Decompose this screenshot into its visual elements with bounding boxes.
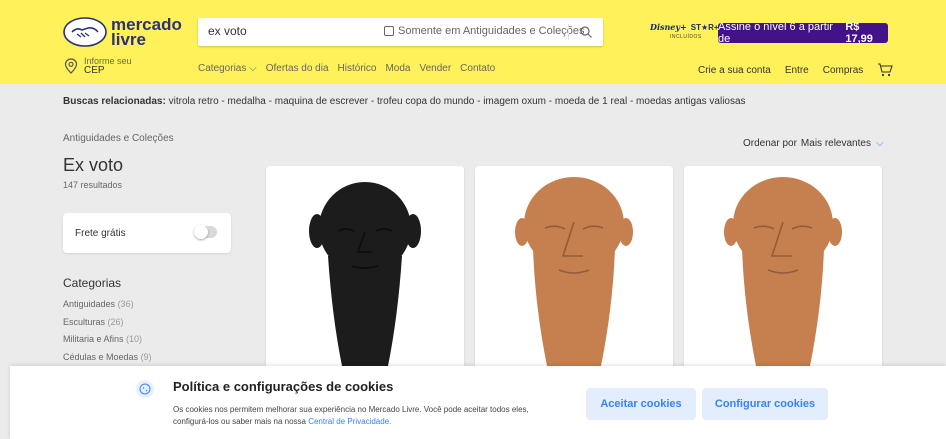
categories-list: Antiguidades (36) Esculturas (26) Milita… xyxy=(63,296,152,366)
disney-star-promo[interactable]: Disney+ ST★R+ INCLUÍDOS xyxy=(650,22,719,40)
breadcrumb[interactable]: Antiguidades e Coleções xyxy=(63,133,174,144)
privacy-center-link[interactable]: Central de Privacidade. xyxy=(308,417,391,426)
frete-gratis-filter: Frete grátis xyxy=(63,213,231,253)
cookie-icon xyxy=(136,380,154,398)
search-button[interactable] xyxy=(574,21,598,43)
related-searches: Buscas relacionadas: vitrola retro - med… xyxy=(63,96,746,107)
results-count: 147 resultados xyxy=(63,180,123,190)
promo-price: R$ 17,99 xyxy=(845,21,873,45)
nav-vender[interactable]: Vender xyxy=(419,63,451,74)
cookie-description: Os cookies nos permitem melhorar sua exp… xyxy=(173,404,558,428)
product-card[interactable] xyxy=(266,166,464,376)
cookie-banner: Política e configurações de cookies Os c… xyxy=(10,366,946,439)
handshake-logo-icon xyxy=(63,17,107,47)
product-image xyxy=(309,182,421,366)
sort-value[interactable]: Mais relevantes xyxy=(801,138,871,149)
sort-control[interactable]: Ordenar por Mais relevantes ⌵ xyxy=(743,138,884,149)
cookie-title: Política e configurações de cookies xyxy=(173,379,394,394)
nav-ofertas[interactable]: Ofertas do dia xyxy=(266,63,329,74)
related-items[interactable]: vitrola retro - medalha - maquina de esc… xyxy=(169,96,746,107)
nav-categorias[interactable]: Categorias ⌵ xyxy=(198,63,257,74)
sort-label: Ordenar por xyxy=(743,138,797,149)
nav-moda[interactable]: Moda xyxy=(385,63,410,74)
category-item[interactable]: Antiguidades (36) xyxy=(63,296,152,314)
accept-cookies-button[interactable]: Aceitar cookies xyxy=(586,388,696,420)
cep-selector[interactable]: Informe seu CEP xyxy=(64,56,132,76)
nav-contato[interactable]: Contato xyxy=(460,63,495,74)
account-nav: Crie a sua conta Entre Compras xyxy=(698,63,894,77)
disney-plus-logo: Disney+ xyxy=(650,22,687,32)
frete-gratis-toggle[interactable] xyxy=(194,225,217,239)
frete-gratis-label: Frete grátis xyxy=(75,228,126,239)
location-pin-icon xyxy=(64,58,78,74)
create-account-link[interactable]: Crie a sua conta xyxy=(698,65,771,76)
categories-title: Categorias xyxy=(63,276,122,290)
subscribe-level-6-banner[interactable]: Assine o nível 6 a partir de R$ 17,99 xyxy=(718,21,888,45)
logo-text-line2: livre xyxy=(111,30,146,49)
category-only-label: Somente em Antiguidades e Coleções xyxy=(398,25,585,37)
checkbox-box[interactable] xyxy=(384,26,394,36)
cart-icon[interactable] xyxy=(877,63,894,77)
search-bar: Somente em Antiguidades e Coleções xyxy=(198,18,603,46)
toggle-knob xyxy=(194,225,208,239)
nav-historico[interactable]: Histórico xyxy=(338,63,377,74)
search-icon xyxy=(580,26,592,38)
category-only-checkbox[interactable]: Somente em Antiguidades e Coleções xyxy=(384,25,585,37)
main-nav: Categorias ⌵ Ofertas do dia Histórico Mo… xyxy=(198,63,504,74)
promo-included: INCLUÍDOS xyxy=(670,34,702,40)
category-item[interactable]: Esculturas (26) xyxy=(63,314,152,332)
product-image xyxy=(515,177,633,366)
star-plus-logo: ST★R+ xyxy=(690,22,719,32)
related-label: Buscas relacionadas: xyxy=(63,96,166,107)
search-input[interactable] xyxy=(208,24,378,38)
login-link[interactable]: Entre xyxy=(785,65,809,76)
chevron-down-icon: ⌵ xyxy=(875,138,884,149)
product-image xyxy=(724,177,842,366)
header: mercado livre Informe seu CEP Somente em… xyxy=(0,0,946,84)
product-card[interactable] xyxy=(684,166,882,376)
category-item[interactable]: Militaria e Afins (10) xyxy=(63,331,152,349)
search-divider xyxy=(568,24,569,40)
configure-cookies-button[interactable]: Configurar cookies xyxy=(702,388,828,420)
page-title: Ex voto xyxy=(63,155,124,175)
promo-text: Assine o nível 6 a partir de xyxy=(718,21,833,45)
product-card[interactable] xyxy=(475,166,673,376)
cep-label: CEP xyxy=(84,65,105,76)
category-item[interactable]: Cédulas e Moedas (9) xyxy=(63,349,152,367)
purchases-link[interactable]: Compras xyxy=(823,65,864,76)
mercado-livre-logo[interactable]: mercado livre xyxy=(63,14,182,50)
